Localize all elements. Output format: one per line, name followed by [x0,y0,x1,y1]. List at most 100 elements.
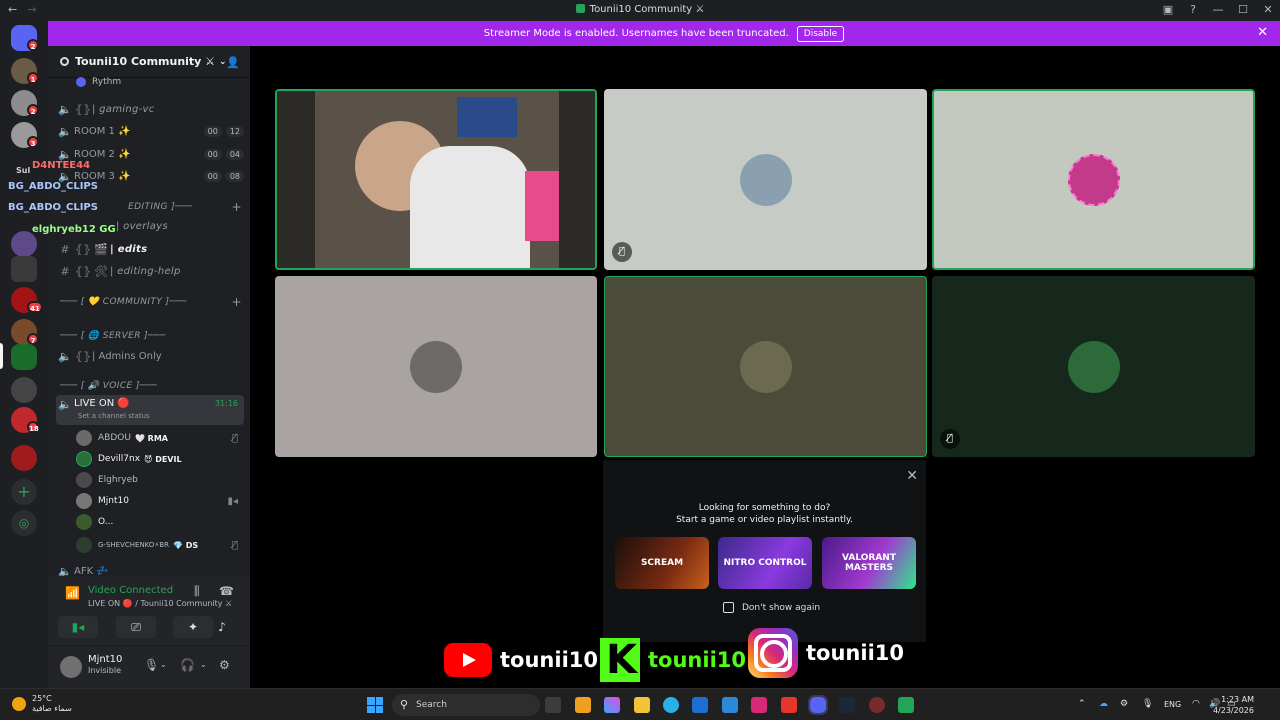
voice-user-rythm[interactable]: Rythm [76,76,242,88]
server-icon-current[interactable] [11,344,37,370]
help-icon[interactable]: ? [1187,3,1199,16]
close-window-icon[interactable]: ✕ [1262,3,1274,16]
voice-user[interactable]: G-SHEVCHENKO⚡BR 💎 DS 🎙̸ [76,535,242,555]
soundboard-button[interactable]: ♪ [202,616,242,638]
plus-icon[interactable]: + [232,200,242,214]
taskbar-search[interactable]: Search [392,694,540,716]
server-icon[interactable] [11,256,37,282]
avatar[interactable] [60,656,82,678]
chevron-down-icon[interactable]: ⌄ [200,660,207,669]
speaker-icon: 🔈 [58,124,72,138]
inbox-icon[interactable]: ▣ [1162,3,1174,16]
activity-card-valorant[interactable]: VALORANT MASTERS [822,537,916,589]
discover-icon[interactable]: ◎ [11,510,37,536]
user-limit: 00 08 [200,170,244,182]
hashtag-icon: # [60,242,70,256]
video-tile-user[interactable] [604,276,927,457]
minimize-icon[interactable]: — [1212,3,1224,16]
task-view-icon[interactable] [545,697,561,713]
channel-gaming-vc[interactable]: 🔈 ⦃⦄ | gaming-vc [56,99,244,119]
activity-card-scream[interactable]: SCREAM [615,537,709,589]
camera-button[interactable]: ▮◂ [58,616,98,638]
file-explorer-icon[interactable] [634,697,650,713]
category-voice[interactable]: ─── [ 🔊 VOICE ]─── [60,378,242,394]
microphone-icon[interactable]: 🎙 [144,658,159,672]
weather-icon[interactable] [12,697,26,711]
video-tile-streamer[interactable] [275,89,597,270]
copilot-icon[interactable] [604,697,620,713]
channel-live-on[interactable]: 🔈 LIVE ON 🔴 Set a channel status 31:16 [56,395,244,425]
instagram-app-icon[interactable] [751,697,767,713]
video-tile-user[interactable]: 🎙̸ [604,89,927,270]
signal-icon[interactable]: 📶 [65,586,80,600]
video-tile-user[interactable] [275,276,597,457]
checkbox-box[interactable] [723,602,734,613]
start-menu-icon[interactable] [367,697,383,713]
count-current: 00 [203,148,222,160]
video-tile-user[interactable] [932,89,1255,270]
chevron-up-icon[interactable]: ⌃ [1078,699,1086,709]
channel-status[interactable]: Set a channel status [78,412,150,420]
invite-icon[interactable]: 👤 [226,56,240,69]
edge-icon[interactable] [663,697,679,713]
discord-window: ← → Tounii10 Community ⚔ ▣ ? — ☐ ✕ 2 1 2… [0,0,1280,720]
server-header[interactable]: Tounii10 Community ⚔ ⌄ 👤 [48,46,250,78]
chevron-down-icon[interactable]: ⌄ [160,660,167,669]
app-icon[interactable] [575,697,591,713]
tray-icon[interactable]: ⚙ [1120,699,1128,709]
app-icon[interactable] [781,697,797,713]
screen-share-button[interactable]: ⎚ [116,616,156,638]
discord-taskbar-icon[interactable] [808,695,828,715]
connection-channel[interactable]: LIVE ON 🔴 / Tounii10 Community ⚔ [88,599,232,608]
voice-user[interactable]: ABDOU 🤍 RMA 🎙̸ [76,428,242,448]
category-community[interactable]: ─── [ 💛 COMMUNITY ]─── + [60,294,242,310]
activity-card-nitro-control[interactable]: NITRO CONTROL [718,537,812,589]
category-label: EDITING ]─── [128,202,193,212]
clock[interactable]: 1:23 AM 4/23/2026 [1213,694,1254,716]
voice-user[interactable]: O... [76,512,242,532]
voice-user[interactable]: Mjnt10 ▮◂ [76,491,242,511]
server-icon[interactable] [11,445,37,471]
clock-date: 4/23/2026 [1212,706,1254,715]
store-icon[interactable] [692,697,708,713]
language-indicator[interactable]: ENG [1164,700,1181,709]
user-name[interactable]: Mjnt10 [88,654,122,665]
noise-suppression-icon[interactable]: ⫼ [194,584,200,599]
video-tile-user[interactable]: 🎙̸ [932,276,1255,457]
channel-room1[interactable]: 🔈 ROOM 1 ✨ 00 12 [56,121,244,141]
mic-tray-icon[interactable]: 🎙 [1142,699,1153,709]
maximize-icon[interactable]: ☐ [1237,3,1249,16]
close-icon[interactable]: ✕ [1257,25,1268,40]
monitor-screen [457,97,517,137]
channel-editing-help[interactable]: # ⦃⦄ 🛠 | editing-help [56,261,244,281]
mic-muted-icon: 🎙̸ [231,539,238,551]
window-title: Tounii10 Community ⚔ [0,4,1280,15]
category-editing[interactable]: EDITING ]─── + [128,199,242,215]
add-server-icon[interactable]: + [11,479,37,505]
channel-sidebar: Tounii10 Community ⚔ ⌄ 👤 Rythm 🔈 ⦃⦄ | gami… [48,46,250,688]
voice-user[interactable]: Devill7nx 😈 DEVIL [76,449,242,469]
channel-overlays[interactable]: | overlays [116,216,244,236]
category-server[interactable]: ─── [ 🌐 SERVER ]─── [60,328,242,344]
dont-show-again-checkbox[interactable]: Don't show again [723,602,820,613]
plus-icon[interactable]: + [232,295,242,309]
server-icon[interactable] [11,377,37,403]
weather-widget[interactable]: 25°C سماء صافية [32,694,72,714]
channel-edits[interactable]: # ⦃⦄ 🎬 | edits [56,239,244,259]
headphones-icon[interactable]: 🎧 [180,658,195,672]
app-icon[interactable] [898,697,914,713]
onedrive-icon[interactable]: ☁ [1099,699,1108,709]
wifi-icon[interactable]: ◠ [1192,699,1200,709]
voice-user[interactable]: Elghryeb [76,470,242,490]
close-icon[interactable]: ✕ [906,468,918,484]
disconnect-icon[interactable]: ☎ [219,584,234,598]
app-icon[interactable] [869,697,885,713]
avatar [76,451,92,467]
settings-gear-icon[interactable]: ⚙ [219,658,230,672]
channel-admins-only[interactable]: 🔈 ⦃⦄ | Admins Only [56,346,244,366]
avatar [739,340,792,393]
mail-icon[interactable] [722,697,738,713]
steam-icon[interactable] [839,697,855,713]
kick-icon [600,638,640,682]
disable-button[interactable]: Disable [796,25,845,42]
